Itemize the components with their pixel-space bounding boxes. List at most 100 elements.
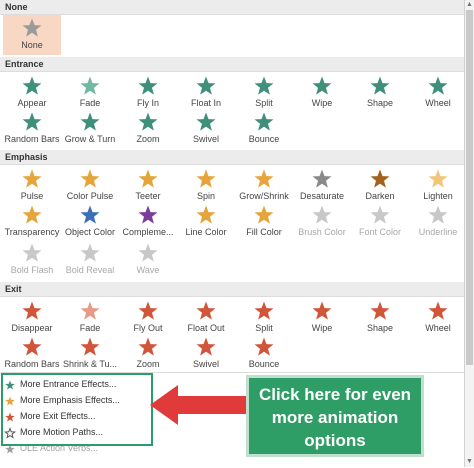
star-grow-icon <box>235 168 293 190</box>
effect-none-none[interactable]: None <box>3 15 61 55</box>
star-tilted-icon <box>61 336 119 358</box>
effect-emphasis-lighten[interactable]: Lighten <box>409 166 464 206</box>
star-brush-color-icon <box>293 204 351 226</box>
effect-emphasis-teeter[interactable]: Teeter <box>119 166 177 206</box>
star-color-pulse-icon <box>61 168 119 190</box>
effect-entrance-float-in[interactable]: Float In <box>177 73 235 113</box>
effect-label: Fill Color <box>246 227 282 237</box>
effect-label: Spin <box>196 191 215 201</box>
star-wave-icon <box>119 242 177 264</box>
effect-emphasis-compleme[interactable]: Compleme... <box>119 202 177 242</box>
effect-emphasis-underline: Underline <box>409 202 464 242</box>
effect-exit-zoom[interactable]: Zoom <box>119 334 177 374</box>
scrollbar[interactable]: ▲ ▼ <box>465 0 474 467</box>
effect-entrance-bounce[interactable]: Bounce <box>235 109 293 149</box>
effect-label: Teeter <box>135 191 161 201</box>
effect-label: Bounce <box>248 359 280 369</box>
effect-exit-random-bars[interactable]: Random Bars <box>3 334 61 374</box>
effect-label: Float In <box>190 98 221 108</box>
effect-exit-fly-out[interactable]: Fly Out <box>119 298 177 338</box>
effect-emphasis-desaturate[interactable]: Desaturate <box>293 166 351 206</box>
effect-emphasis-darken[interactable]: Darken <box>351 166 409 206</box>
effect-entrance-fly-in[interactable]: Fly In <box>119 73 177 113</box>
effect-entrance-split[interactable]: Split <box>235 73 293 113</box>
effect-label: Line Color <box>185 227 227 237</box>
effect-label: Random Bars <box>4 359 60 369</box>
effect-entrance-random-bars[interactable]: Random Bars <box>3 109 61 149</box>
effect-label: Font Color <box>358 227 402 237</box>
section-header-emphasis: Emphasis <box>0 150 464 165</box>
star-underline-icon <box>409 204 464 226</box>
effect-label: Float Out <box>187 323 225 333</box>
effect-emphasis-color-pulse[interactable]: Color Pulse <box>61 166 119 206</box>
star-arrow-icon <box>177 300 235 322</box>
effect-label: Swivel <box>192 134 219 144</box>
star-bounce-icon <box>235 336 293 358</box>
effect-label: Fly Out <box>133 323 163 333</box>
effect-entrance-swivel[interactable]: Swivel <box>177 109 235 149</box>
section-header-entrance: Entrance <box>0 57 464 72</box>
section-header-exit: Exit <box>0 282 464 297</box>
effect-label: Lighten <box>423 191 453 201</box>
star-lighten-icon <box>409 168 464 190</box>
effect-emphasis-line-color[interactable]: Line Color <box>177 202 235 242</box>
effect-emphasis-spin[interactable]: Spin <box>177 166 235 206</box>
effect-exit-float-out[interactable]: Float Out <box>177 298 235 338</box>
star-faded-icon <box>61 75 119 97</box>
effect-label: Wipe <box>311 323 333 333</box>
scroll-up-icon[interactable]: ▲ <box>466 1 473 9</box>
effect-entrance-shape[interactable]: Shape <box>351 73 409 113</box>
effect-emphasis-pulse[interactable]: Pulse <box>3 166 61 206</box>
star-desaturate-icon <box>293 168 351 190</box>
star-font-color-icon <box>351 204 409 226</box>
effect-label: Darken <box>365 191 395 201</box>
effect-label: Object Color <box>64 227 116 237</box>
effect-entrance-grow-turn[interactable]: Grow & Turn <box>61 109 119 149</box>
star-fill-color-icon <box>235 204 293 226</box>
effect-label: Brush Color <box>298 227 346 237</box>
scroll-down-icon[interactable]: ▼ <box>466 458 473 466</box>
effect-label: Desaturate <box>299 191 345 201</box>
effect-emphasis-transparency[interactable]: Transparency <box>3 202 61 242</box>
scroll-thumb[interactable] <box>466 10 473 365</box>
effect-label: Shrink & Tu... <box>62 359 118 369</box>
effect-label: Bounce <box>248 134 280 144</box>
effect-entrance-fade[interactable]: Fade <box>61 73 119 113</box>
effect-entrance-appear[interactable]: Appear <box>3 73 61 113</box>
star-shape-icon <box>351 75 409 97</box>
star-bold-flash-icon <box>3 242 61 264</box>
highlight-box <box>1 373 153 446</box>
effect-emphasis-grow-shrink[interactable]: Grow/Shrink <box>235 166 293 206</box>
star-split-icon <box>235 75 293 97</box>
effect-label: Zoom <box>136 359 160 369</box>
effect-emphasis-brush-color: Brush Color <box>293 202 351 242</box>
effect-emphasis-fill-color[interactable]: Fill Color <box>235 202 293 242</box>
effect-label: None <box>21 40 43 50</box>
effect-label: Split <box>255 98 273 108</box>
star-arrow-icon <box>119 300 177 322</box>
effect-emphasis-object-color[interactable]: Object Color <box>61 202 119 242</box>
star-zoom-icon <box>119 336 177 358</box>
effect-entrance-wheel[interactable]: Wheel <box>409 73 464 113</box>
star-teeter-icon <box>119 168 177 190</box>
effect-exit-swivel[interactable]: Swivel <box>177 334 235 374</box>
effect-label: Bold Reveal <box>65 265 115 275</box>
effect-label: Grow & Turn <box>64 134 116 144</box>
effect-exit-disappear[interactable]: Disappear <box>3 298 61 338</box>
effect-entrance-wipe[interactable]: Wipe <box>293 73 351 113</box>
effect-exit-wheel[interactable]: Wheel <box>409 298 464 338</box>
effect-label: Disappear <box>11 323 53 333</box>
star-shape-icon <box>351 300 409 322</box>
effect-exit-bounce[interactable]: Bounce <box>235 334 293 374</box>
effect-entrance-zoom[interactable]: Zoom <box>119 109 177 149</box>
effect-label: Fade <box>79 98 101 108</box>
effect-exit-shape[interactable]: Shape <box>351 298 409 338</box>
star-bars-icon <box>3 111 61 133</box>
effect-exit-split[interactable]: Split <box>235 298 293 338</box>
star-burst-icon <box>3 75 61 97</box>
effect-label: Appear <box>17 98 47 108</box>
effect-exit-fade[interactable]: Fade <box>61 298 119 338</box>
effect-exit-wipe[interactable]: Wipe <box>293 298 351 338</box>
star-bold-reveal-icon <box>61 242 119 264</box>
effect-exit-shrink-tu[interactable]: Shrink & Tu... <box>61 334 119 374</box>
